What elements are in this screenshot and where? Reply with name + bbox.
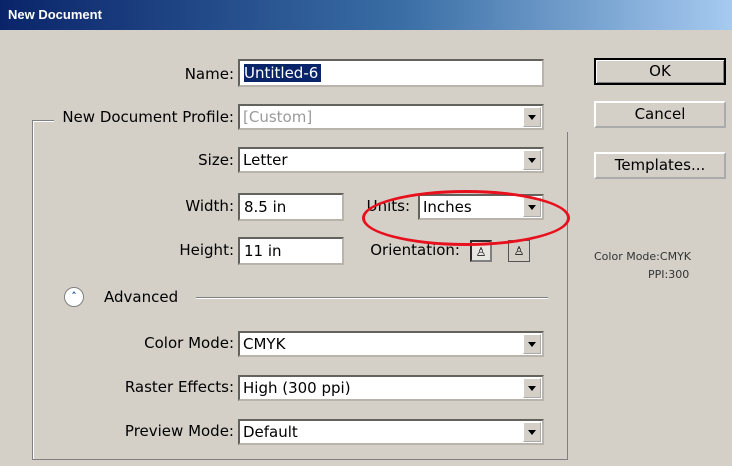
landscape-icon: ♙ <box>513 244 525 258</box>
preview-mode-label: Preview Mode: <box>124 422 234 440</box>
width-value: 8.5 in <box>244 198 287 216</box>
ppi-info: PPI:300 <box>648 268 690 281</box>
profile-label: New Document Profile: <box>62 108 234 126</box>
templates-button[interactable]: Templates... <box>594 152 726 179</box>
name-label: Name: <box>184 65 234 83</box>
chevron-down-icon <box>523 107 541 127</box>
width-input[interactable]: 8.5 in <box>238 193 344 221</box>
chevron-down-icon <box>523 150 541 170</box>
color-mode-select[interactable]: CMYK <box>238 331 544 357</box>
size-value: Letter <box>243 151 288 169</box>
chevron-down-icon <box>523 422 541 442</box>
color-mode-label: Color Mode: <box>144 334 234 352</box>
ok-button[interactable]: OK <box>594 58 726 85</box>
raster-effects-label: Raster Effects: <box>124 378 234 396</box>
raster-effects-value: High (300 ppi) <box>243 379 351 397</box>
raster-effects-select[interactable]: High (300 ppi) <box>238 375 544 401</box>
chevron-down-icon <box>523 378 541 398</box>
profile-select[interactable]: [Custom] <box>238 104 544 130</box>
new-document-dialog: New Document Name: Untitled-6 New Docume… <box>0 0 732 466</box>
chevron-down-icon <box>523 334 541 354</box>
preview-mode-select[interactable]: Default <box>238 419 544 445</box>
window-title: New Document <box>8 7 102 22</box>
advanced-label: Advanced <box>104 288 179 306</box>
profile-value: [Custom] <box>243 108 313 126</box>
height-value: 11 in <box>244 242 282 260</box>
highlight-ellipse <box>362 190 570 246</box>
advanced-separator <box>196 297 548 298</box>
color-mode-info: Color Mode:CMYK <box>594 250 691 263</box>
width-label: Width: <box>185 197 234 215</box>
portrait-icon: ♙ <box>475 245 487 259</box>
name-input[interactable]: Untitled-6 <box>238 59 544 87</box>
name-value: Untitled-6 <box>244 64 322 82</box>
height-input[interactable]: 11 in <box>238 237 344 265</box>
advanced-toggle-button[interactable]: ˄ <box>64 287 84 307</box>
color-mode-value: CMYK <box>243 335 286 353</box>
size-select[interactable]: Letter <box>238 147 544 173</box>
preview-mode-value: Default <box>243 423 298 441</box>
double-chevron-up-icon: ˄ <box>71 290 77 303</box>
cancel-button[interactable]: Cancel <box>594 101 726 128</box>
landscape-orientation-button[interactable]: ♙ <box>508 240 530 262</box>
size-label: Size: <box>198 151 234 169</box>
height-label: Height: <box>179 241 234 259</box>
title-bar[interactable]: New Document <box>0 0 732 30</box>
